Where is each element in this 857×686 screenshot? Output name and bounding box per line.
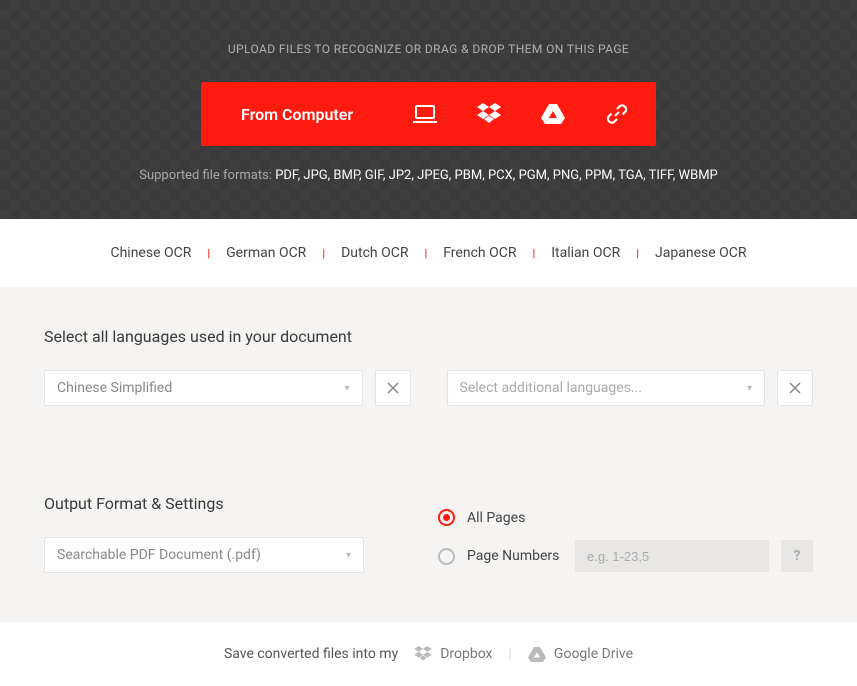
- additional-language-col: Select additional languages... ▾: [447, 370, 814, 406]
- close-icon: [387, 382, 399, 394]
- chevron-down-icon: ▾: [344, 383, 349, 394]
- upload-url-button[interactable]: [585, 82, 649, 146]
- chevron-down-icon: ▾: [747, 383, 752, 394]
- ocr-link-french[interactable]: French OCR: [427, 245, 532, 261]
- page-numbers-row: Page Numbers ?: [438, 540, 813, 572]
- primary-language-value: Chinese Simplified: [57, 380, 172, 396]
- upload-dropbox-button[interactable]: [457, 82, 521, 146]
- dropbox-icon: [414, 646, 432, 662]
- google-drive-icon: [528, 647, 546, 662]
- page-numbers-radio[interactable]: [438, 548, 455, 565]
- output-format-col: Output Format & Settings Searchable PDF …: [44, 494, 402, 586]
- dropbox-icon: [477, 103, 501, 125]
- languages-section-title: Select all languages used in your docume…: [44, 327, 813, 346]
- all-pages-label: All Pages: [467, 510, 525, 526]
- primary-language-col: Chinese Simplified ▾: [44, 370, 411, 406]
- page-numbers-help-button[interactable]: ?: [781, 540, 813, 572]
- from-computer-label: From Computer: [241, 105, 353, 124]
- upload-bar: From Computer: [201, 82, 656, 146]
- all-pages-radio[interactable]: [438, 509, 455, 526]
- save-google-drive-label: Google Drive: [554, 646, 633, 662]
- chevron-down-icon: ▾: [346, 550, 351, 561]
- from-computer-button[interactable]: From Computer: [201, 82, 393, 146]
- pages-col: All Pages Page Numbers ?: [438, 494, 813, 586]
- output-section-title: Output Format & Settings: [44, 494, 402, 513]
- additional-language-clear-button[interactable]: [777, 370, 813, 406]
- link-icon: [606, 103, 628, 125]
- ocr-link-chinese[interactable]: Chinese OCR: [94, 245, 207, 261]
- save-dropbox-label: Dropbox: [440, 646, 492, 662]
- ocr-link-german[interactable]: German OCR: [210, 245, 322, 261]
- google-drive-icon: [541, 104, 565, 124]
- save-dropbox-button[interactable]: Dropbox: [414, 646, 492, 662]
- output-format-value: Searchable PDF Document (.pdf): [57, 547, 261, 563]
- supported-formats-list: PDF, JPG, BMP, GIF, JP2, JPEG, PBM, PCX,…: [275, 168, 718, 183]
- ocr-link-italian[interactable]: Italian OCR: [535, 245, 636, 261]
- supported-formats: Supported file formats: PDF, JPG, BMP, G…: [0, 168, 857, 183]
- save-google-drive-button[interactable]: Google Drive: [528, 646, 633, 662]
- close-icon: [789, 382, 801, 394]
- all-pages-row: All Pages: [438, 509, 813, 526]
- upload-instruction: UPLOAD FILES TO RECOGNIZE OR DRAG & DROP…: [0, 42, 857, 56]
- laptop-icon: [413, 104, 437, 124]
- save-bar-prefix: Save converted files into my: [224, 646, 398, 662]
- ocr-links-bar: Chinese OCR | German OCR | Dutch OCR | F…: [0, 219, 857, 287]
- primary-language-clear-button[interactable]: [375, 370, 411, 406]
- upload-header: UPLOAD FILES TO RECOGNIZE OR DRAG & DROP…: [0, 0, 857, 219]
- ocr-link-japanese[interactable]: Japanese OCR: [639, 245, 762, 261]
- languages-row: Chinese Simplified ▾ Select additional l…: [44, 370, 813, 406]
- additional-language-select[interactable]: Select additional languages... ▾: [447, 370, 766, 406]
- settings-panel: Select all languages used in your docume…: [0, 287, 857, 622]
- upload-computer-icon-button[interactable]: [393, 82, 457, 146]
- ocr-link-dutch[interactable]: Dutch OCR: [325, 245, 424, 261]
- page-numbers-input[interactable]: [575, 540, 769, 572]
- output-format-select[interactable]: Searchable PDF Document (.pdf) ▾: [44, 537, 364, 573]
- output-settings-row: Output Format & Settings Searchable PDF …: [44, 494, 813, 586]
- page-numbers-label: Page Numbers: [467, 548, 563, 564]
- primary-language-select[interactable]: Chinese Simplified ▾: [44, 370, 363, 406]
- additional-language-placeholder: Select additional languages...: [460, 380, 642, 396]
- separator: |: [509, 646, 512, 662]
- save-bar: Save converted files into my Dropbox | G…: [0, 622, 857, 686]
- supported-formats-prefix: Supported file formats:: [139, 168, 275, 183]
- upload-google-drive-button[interactable]: [521, 82, 585, 146]
